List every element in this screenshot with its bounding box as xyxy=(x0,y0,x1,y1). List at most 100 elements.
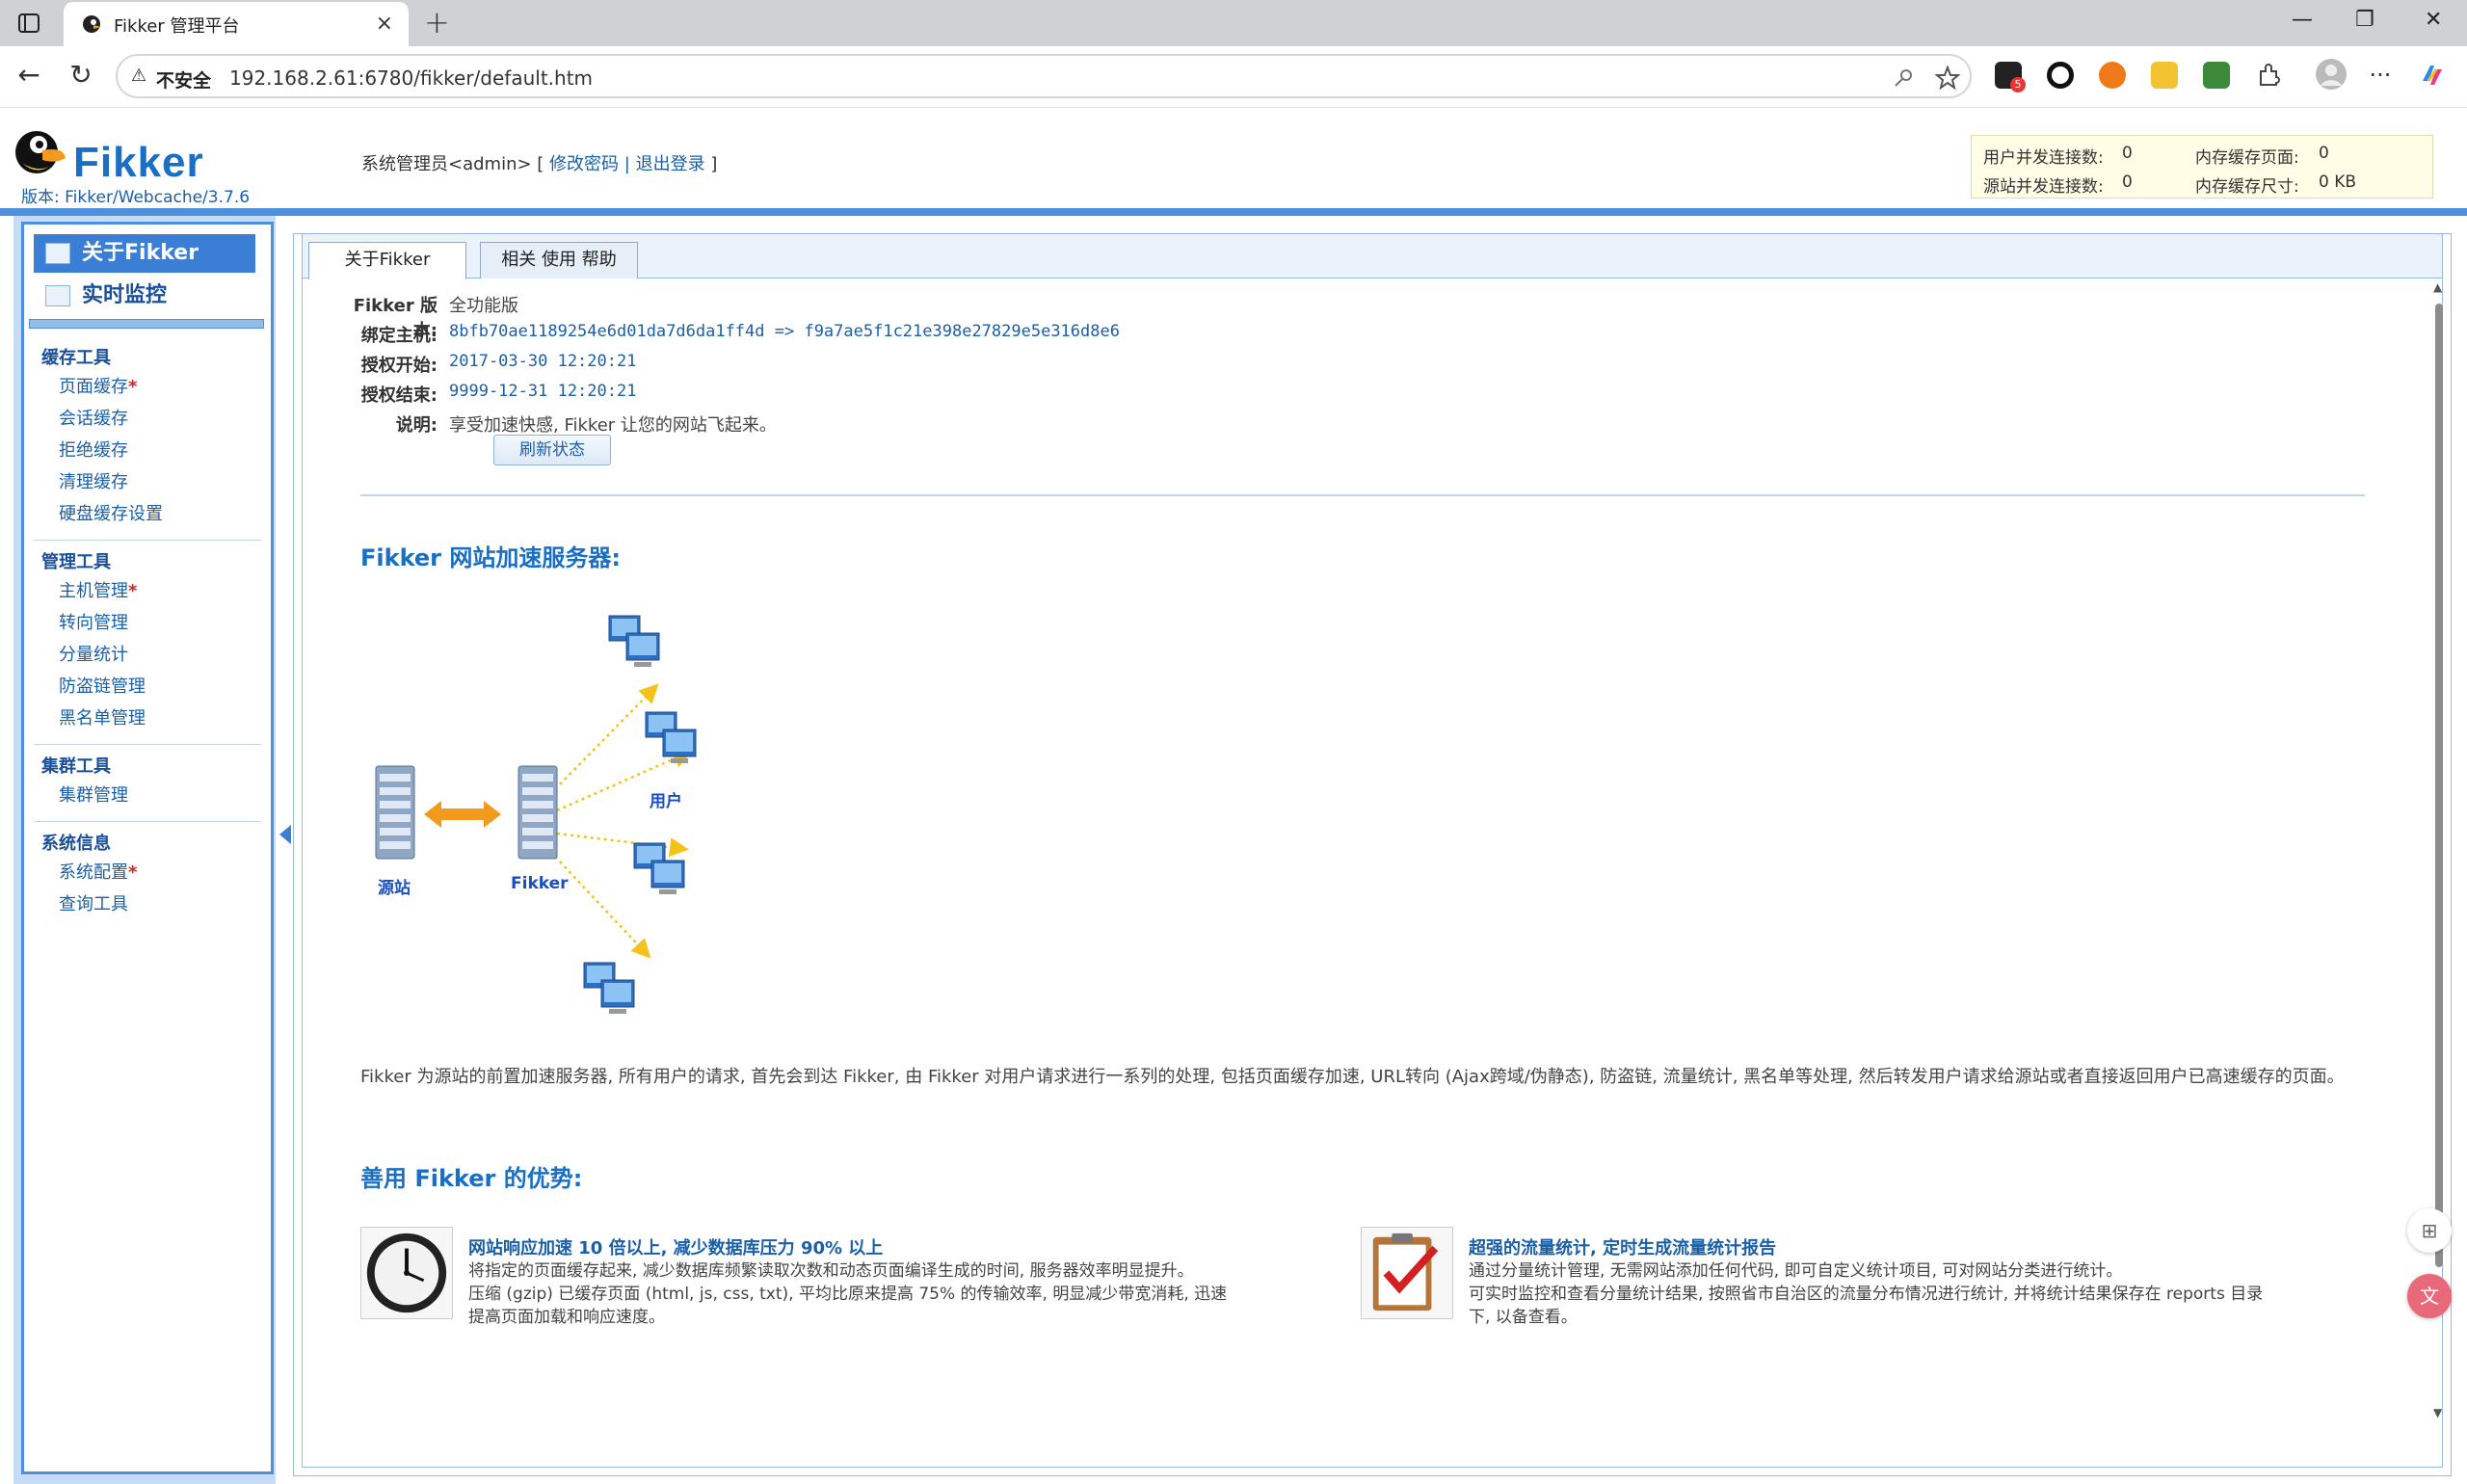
back-button[interactable]: ← xyxy=(12,58,46,93)
group-title: 缓存工具 xyxy=(41,348,111,368)
tab-help[interactable]: 相关 使用 帮助 xyxy=(480,242,638,278)
mem-pages-value: 0 xyxy=(2319,144,2329,163)
extension-circle-icon[interactable] xyxy=(2047,62,2074,89)
main-content: 关于Fikker 相关 使用 帮助 Fikker 版本: 全功能版 绑定主机: … xyxy=(302,234,2443,1468)
extension-yellow-icon[interactable] xyxy=(2151,62,2178,89)
group-title: 集群工具 xyxy=(41,756,111,777)
sidebar-item-redirect-management[interactable]: 转向管理 xyxy=(34,607,261,639)
extension-badge-icon[interactable]: 5 xyxy=(1995,62,2026,93)
sidebar-top-menu: 关于Fikker 实时监控 xyxy=(34,234,255,315)
advantage-speed: 网站响应加速 10 倍以上, 减少数据库压力 90% 以上 将指定的页面缓存起来… xyxy=(360,1227,1353,1333)
window-close-button[interactable]: ✕ xyxy=(2425,8,2442,32)
sidebar-item-query-tools[interactable]: 查询工具 xyxy=(34,888,261,920)
address-bar[interactable]: ⚠ 不安全 192.168.2.61:6780/fikker/default.h… xyxy=(116,54,1972,98)
info-key: 授权开始: xyxy=(360,356,438,376)
scroll-thumb[interactable] xyxy=(2435,304,2443,1267)
menu-label: 分量统计 xyxy=(59,645,128,665)
info-value: 9999-12-31 12:20:21 xyxy=(449,382,637,401)
info-key: 绑定主机: xyxy=(360,326,438,346)
advantage-title: 超强的流量统计, 定时生成流量统计报告 xyxy=(1469,1238,1777,1259)
tab-actions-icon[interactable] xyxy=(15,10,42,37)
diagram-arrows xyxy=(424,683,693,959)
tab-title: Fikker 管理平台 xyxy=(114,16,240,37)
sidebar-item-reject-cache[interactable]: 拒绝缓存 xyxy=(34,435,261,466)
logout-link[interactable]: 退出登录 xyxy=(636,154,705,174)
sidebar-item-blacklist-management[interactable]: 黑名单管理 xyxy=(34,702,261,734)
sidebar-item-system-config[interactable]: 系统配置* xyxy=(34,857,261,888)
required-star: * xyxy=(128,377,138,397)
scroll-down-icon[interactable]: ▼ xyxy=(2433,1406,2442,1419)
sidebar-menu: 缓存工具 页面缓存* 会话缓存 拒绝缓存 清理缓存 硬盘缓存设置 管理工具 主机… xyxy=(24,340,271,940)
sidebar-item-cluster-management[interactable]: 集群管理 xyxy=(34,780,261,811)
url-text[interactable]: 192.168.2.61:6780/fikker/default.htm xyxy=(229,66,593,90)
extension-orange-icon[interactable] xyxy=(2099,62,2126,89)
user-computer-icon xyxy=(608,615,660,667)
browser-tab-active[interactable]: Fikker 管理平台 × xyxy=(64,2,409,46)
origin-conn-label: 源站并发连接数: xyxy=(1983,177,2104,197)
mem-size-label: 内存缓存尺寸: xyxy=(2195,177,2299,197)
tab-close-button[interactable]: × xyxy=(376,12,393,36)
new-tab-button[interactable]: + xyxy=(424,4,450,40)
sidebar: 关于Fikker 实时监控 缓存工具 页面缓存* 会话缓存 拒绝缓存 清理缓存 … xyxy=(21,222,274,1474)
group-cache-tools: 缓存工具 页面缓存* 会话缓存 拒绝缓存 清理缓存 硬盘缓存设置 xyxy=(34,346,261,541)
window-minimize-button[interactable]: — xyxy=(2292,8,2313,32)
profile-avatar-icon[interactable] xyxy=(2315,58,2348,91)
user-info-bar: 系统管理员<admin> [ 修改密码 | 退出登录 ] xyxy=(361,150,717,175)
main-content-frame: 关于Fikker 相关 使用 帮助 Fikker 版本: 全功能版 绑定主机: … xyxy=(293,233,2452,1476)
flow-line-1 xyxy=(554,683,659,790)
info-value: 8bfb70ae1189254e6d01da7d6da1ff4d => f9a7… xyxy=(449,322,1120,341)
translate-icon[interactable]: 文 xyxy=(2407,1274,2452,1318)
download-extension-icon[interactable] xyxy=(2203,62,2230,89)
info-value: 全功能版 xyxy=(449,296,518,316)
favorite-star-icon[interactable] xyxy=(1935,66,1960,91)
required-star: * xyxy=(128,862,138,883)
toucan-logo-icon xyxy=(15,131,66,173)
sidebar-item-clean-cache[interactable]: 清理缓存 xyxy=(34,466,261,498)
more-menu-button[interactable]: ··· xyxy=(2363,58,2398,93)
group-system-info: 系统信息 系统配置* 查询工具 xyxy=(34,832,261,930)
bidirectional-arrow-icon xyxy=(424,801,501,828)
sidebar-item-host-management[interactable]: 主机管理* xyxy=(34,575,261,607)
content-scrollbar[interactable]: ▲ ▼ xyxy=(2432,278,2446,1425)
copilot-icon[interactable] xyxy=(2419,62,2446,89)
sidebar-item-monitor[interactable]: 实时监控 xyxy=(34,277,255,315)
info-value: 享受加速快感, Fikker 让您的网站飞起来。 xyxy=(449,415,777,436)
tab-about-fikker[interactable]: 关于Fikker xyxy=(308,242,466,279)
advantage-line: 可实时监控和查看分量统计结果, 按照省市自治区的流量分布情况进行统计, 并将统计… xyxy=(1469,1285,2264,1304)
content-tabs: 关于Fikker 相关 使用 帮助 xyxy=(303,234,2442,279)
window-restore-button[interactable]: ❐ xyxy=(2355,8,2374,32)
sidebar-item-label: 关于Fikker xyxy=(82,241,199,265)
warning-icon: ⚠ xyxy=(131,66,147,86)
advantage-line: 下, 以备查看。 xyxy=(1469,1308,1578,1327)
scroll-up-icon[interactable]: ▲ xyxy=(2433,280,2442,294)
menu-label: 集群管理 xyxy=(59,785,128,806)
password-key-icon[interactable] xyxy=(1893,67,1914,89)
qr-code-icon[interactable]: ⊞ xyxy=(2407,1208,2452,1253)
menu-label: 主机管理 xyxy=(59,581,128,601)
section-title-advantages: 善用 Fikker 的优势: xyxy=(360,1165,583,1192)
group-management-tools: 管理工具 主机管理* 转向管理 分量统计 防盗链管理 黑名单管理 xyxy=(34,550,261,745)
sidebar-item-about[interactable]: 关于Fikker xyxy=(34,234,255,273)
sidebar-item-traffic-stats[interactable]: 分量统计 xyxy=(34,639,261,671)
reload-button[interactable]: ↻ xyxy=(64,58,98,93)
sidebar-item-hotlink-management[interactable]: 防盗链管理 xyxy=(34,671,261,702)
menu-label: 页面缓存 xyxy=(59,377,128,397)
monitor-icon xyxy=(45,285,70,306)
change-password-link[interactable]: 修改密码 xyxy=(549,154,619,174)
user-conn-value: 0 xyxy=(2122,144,2133,163)
extensions-puzzle-icon[interactable] xyxy=(2255,62,2282,89)
fikker-server-icon xyxy=(517,765,558,860)
menu-label: 硬盘缓存设置 xyxy=(59,504,163,524)
sidebar-item-page-cache[interactable]: 页面缓存* xyxy=(34,371,261,403)
menu-label: 转向管理 xyxy=(59,613,128,633)
menu-label: 黑名单管理 xyxy=(59,708,146,729)
browser-toolbar: ← ↻ ⚠ 不安全 192.168.2.61:6780/fikker/defau… xyxy=(0,46,2467,108)
user-computer-icon xyxy=(645,711,697,763)
sidebar-collapse-arrow-icon[interactable] xyxy=(279,825,291,844)
menu-label: 会话缓存 xyxy=(59,409,128,429)
advantage-title: 网站响应加速 10 倍以上, 减少数据库压力 90% 以上 xyxy=(468,1238,884,1259)
sidebar-item-disk-cache[interactable]: 硬盘缓存设置 xyxy=(34,498,261,530)
sidebar-separator xyxy=(29,319,264,329)
refresh-status-button[interactable]: 刷新状态 xyxy=(493,435,611,465)
sidebar-item-session-cache[interactable]: 会话缓存 xyxy=(34,403,261,435)
